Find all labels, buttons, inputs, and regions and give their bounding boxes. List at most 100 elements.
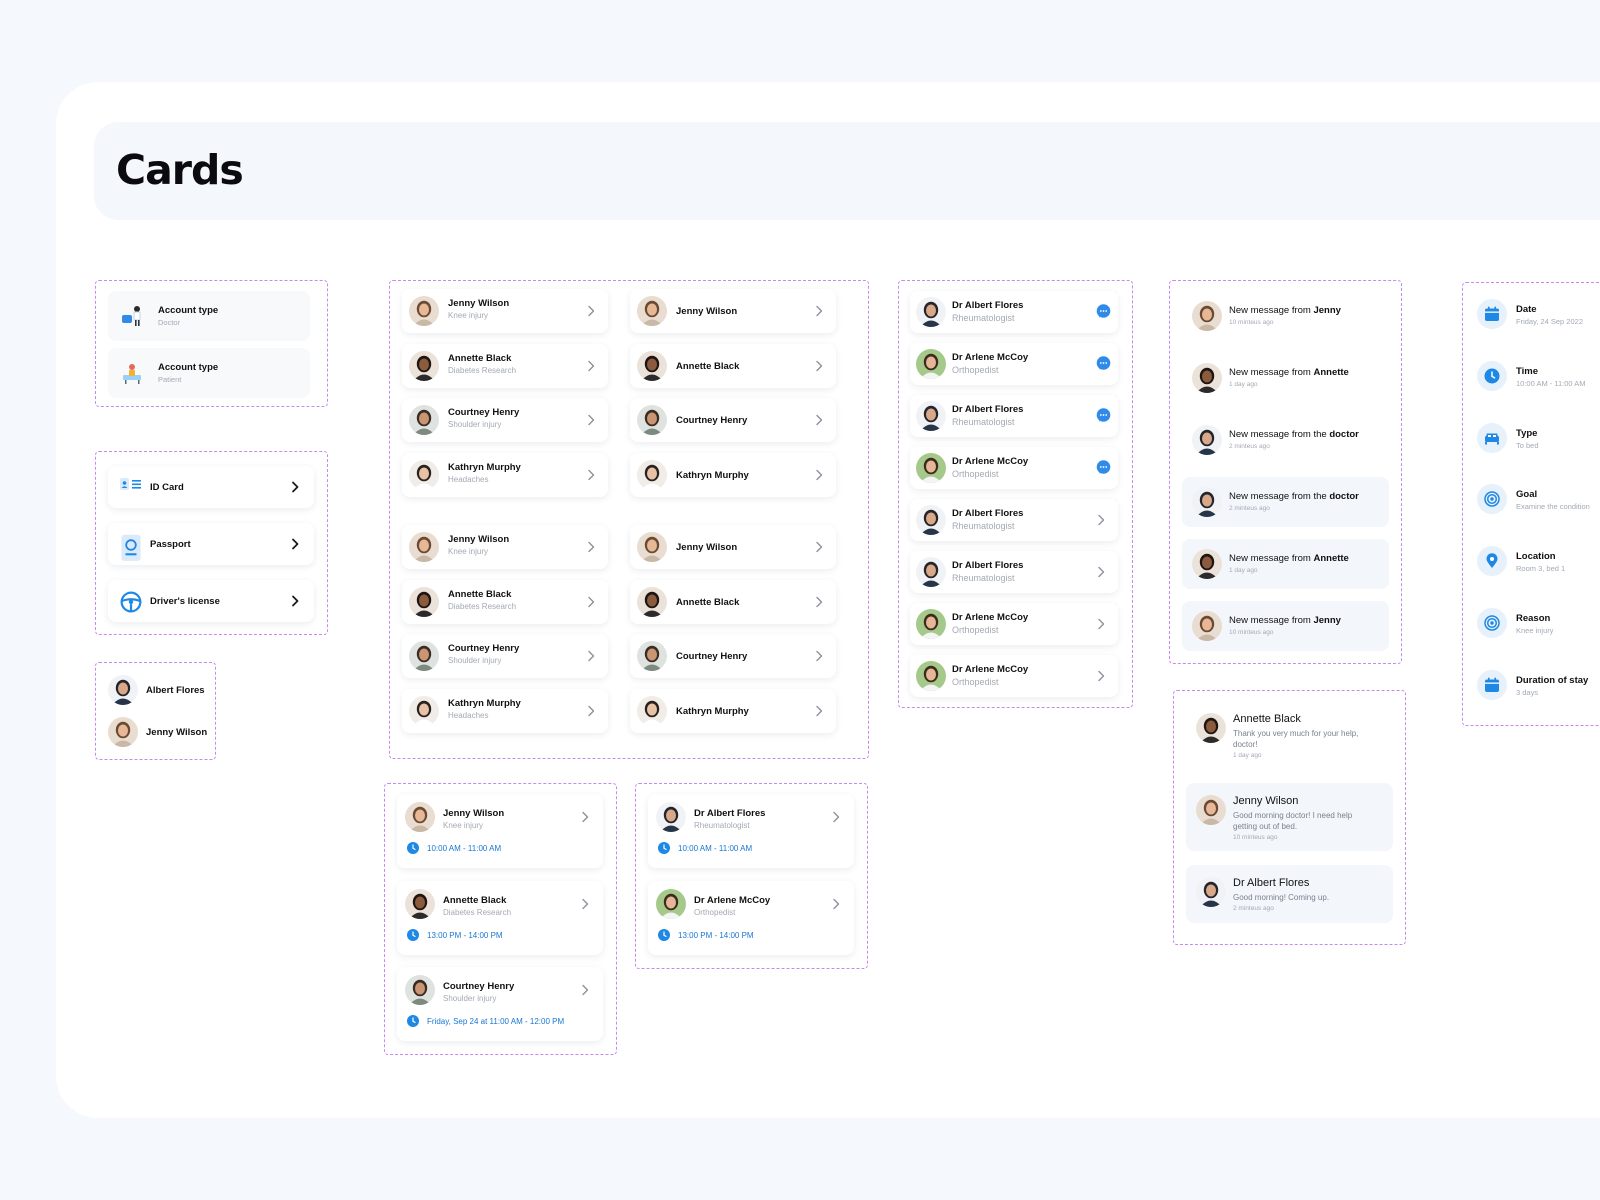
- chevron-right-icon[interactable]: [814, 596, 824, 608]
- chat-card[interactable]: Annette Black Thank you very much for you…: [1186, 701, 1393, 769]
- account-type-title: Account type: [158, 362, 219, 373]
- chevron-right-icon[interactable]: [1096, 566, 1106, 578]
- patient-name: Annette Black: [676, 360, 740, 372]
- chevron-right-icon[interactable]: [1096, 514, 1106, 526]
- detail-label: Time: [1516, 365, 1539, 377]
- patient-card-compact[interactable]: Kathryn Murphy: [630, 688, 836, 733]
- doctor-card[interactable]: Dr Albert Flores Rheumatologist: [910, 551, 1118, 593]
- chevron-right-icon[interactable]: [814, 305, 824, 317]
- chevron-right-icon[interactable]: [290, 481, 300, 493]
- chevron-right-icon[interactable]: [586, 305, 596, 317]
- patient-card[interactable]: Kathryn Murphy Headaches: [402, 688, 608, 733]
- detail-row: Reason Knee injury: [1477, 608, 1600, 640]
- chevron-right-icon[interactable]: [1096, 618, 1106, 630]
- chevron-right-icon[interactable]: [586, 541, 596, 553]
- chevron-right-icon[interactable]: [586, 596, 596, 608]
- patient-name: Annette Black: [448, 352, 512, 364]
- doctor-card[interactable]: Dr Arlene McCoy Orthopedist: [910, 603, 1118, 645]
- chevron-right-icon[interactable]: [814, 705, 824, 717]
- doctor-card[interactable]: Dr Albert Flores Rheumatologist: [910, 395, 1118, 437]
- chat-bubble-icon[interactable]: [1096, 408, 1111, 423]
- patient-card[interactable]: Kathryn Murphy Headaches: [402, 452, 608, 497]
- chevron-right-icon[interactable]: [814, 360, 824, 372]
- chevron-right-icon[interactable]: [586, 650, 596, 662]
- patient-illustration-icon: [120, 360, 146, 386]
- patient-card-compact[interactable]: Kathryn Murphy: [630, 452, 836, 497]
- chat-name: Annette Black: [1233, 713, 1301, 725]
- chevron-right-icon[interactable]: [580, 811, 590, 823]
- notification-card[interactable]: New message from the doctor 2 minteus ago: [1182, 415, 1389, 465]
- notification-card[interactable]: New message from Annette 1 day ago: [1182, 353, 1389, 403]
- patient-card-compact[interactable]: Annette Black: [630, 343, 836, 388]
- chevron-right-icon[interactable]: [1096, 670, 1106, 682]
- doctor-appointment-card[interactable]: Dr Albert Flores Rheumatologist 10:00 AM -…: [648, 794, 854, 868]
- chevron-right-icon[interactable]: [831, 811, 841, 823]
- patient-card-compact[interactable]: Annette Black: [630, 579, 836, 624]
- doctor-card[interactable]: Dr Arlene McCoy Orthopedist: [910, 447, 1118, 489]
- chevron-right-icon[interactable]: [831, 898, 841, 910]
- chevron-right-icon[interactable]: [814, 541, 824, 553]
- chat-bubble-icon[interactable]: [1096, 460, 1111, 475]
- doctor-card[interactable]: Dr Albert Flores Rheumatologist: [910, 291, 1118, 333]
- account-type-group: Account type Doctor Account type Patient: [95, 280, 328, 407]
- chevron-right-icon[interactable]: [586, 414, 596, 426]
- patient-card-compact[interactable]: Jenny Wilson: [630, 525, 836, 569]
- patient-card[interactable]: Courtney Henry Shoulder injury: [402, 398, 608, 442]
- chat-bubble-icon[interactable]: [1096, 356, 1111, 371]
- chevron-right-icon[interactable]: [814, 469, 824, 481]
- doctor-appointment-card[interactable]: Dr Arlene McCoy Orthopedist 13:00 PM - 14:…: [648, 880, 854, 955]
- doctor-card[interactable]: Dr Arlene McCoy Orthopedist: [910, 343, 1118, 385]
- patient-appointment-card[interactable]: Jenny Wilson Knee injury 10:00 AM - 11:00 …: [397, 794, 603, 868]
- doctor-card[interactable]: Dr Albert Flores Rheumatologist: [910, 499, 1118, 541]
- compact-people-group: Albert Flores Jenny Wilson: [95, 662, 216, 760]
- avatar: [637, 296, 667, 326]
- notification-card[interactable]: New message from Jenny 10 minteus ago: [1182, 601, 1389, 651]
- chat-card[interactable]: Dr Albert Flores Good morning! Coming up.…: [1186, 865, 1393, 923]
- chevron-right-icon[interactable]: [580, 898, 590, 910]
- avatar: [637, 459, 667, 490]
- patient-card[interactable]: Jenny Wilson Knee injury: [402, 289, 608, 333]
- chevron-right-icon[interactable]: [290, 595, 300, 607]
- account-type-card[interactable]: Account type Patient: [108, 348, 310, 398]
- chevron-right-icon[interactable]: [586, 360, 596, 372]
- chevron-right-icon[interactable]: [586, 469, 596, 481]
- document-card-id-card[interactable]: ID Card: [108, 466, 314, 508]
- avatar: [916, 557, 946, 587]
- chat-name: Dr Albert Flores: [1233, 877, 1310, 889]
- avatar: [1192, 487, 1222, 517]
- avatar: [1192, 425, 1222, 455]
- notification-time: 1 day ago: [1229, 567, 1258, 574]
- patient-card[interactable]: Annette Black Diabetes Research: [402, 579, 608, 624]
- document-card-drivers-license[interactable]: Driver's license: [108, 580, 314, 622]
- patient-card-compact[interactable]: Courtney Henry: [630, 634, 836, 678]
- patient-card[interactable]: Annette Black Diabetes Research: [402, 343, 608, 388]
- notification-prefix: New message from: [1229, 615, 1314, 626]
- id-card-icon: [120, 477, 142, 497]
- detail-label: Date: [1516, 304, 1537, 315]
- patient-detail: Shoulder injury: [448, 420, 502, 429]
- chat-bubble-icon[interactable]: [1096, 304, 1111, 319]
- chevron-right-icon[interactable]: [814, 414, 824, 426]
- chevron-right-icon[interactable]: [290, 538, 300, 550]
- patient-appointment-card[interactable]: Courtney Henry Shoulder injury Friday, Sep…: [397, 967, 603, 1041]
- notification-card[interactable]: New message from Annette 1 day ago: [1182, 539, 1389, 589]
- patient-card[interactable]: Courtney Henry Shoulder injury: [402, 634, 608, 678]
- chevron-right-icon[interactable]: [580, 984, 590, 996]
- avatar: [409, 350, 439, 381]
- patient-card[interactable]: Jenny Wilson Knee injury: [402, 525, 608, 569]
- clock-icon: [658, 842, 670, 854]
- chat-card[interactable]: Jenny Wilson Good morning doctor! I need …: [1186, 783, 1393, 851]
- notification-card[interactable]: New message from Jenny 10 minteus ago: [1182, 291, 1389, 341]
- notification-card[interactable]: New message from the doctor 2 minteus ago: [1182, 477, 1389, 527]
- chevron-right-icon[interactable]: [586, 705, 596, 717]
- account-type-card[interactable]: Account type Doctor: [108, 291, 310, 341]
- doctor-name: Dr Arlene McCoy: [694, 894, 771, 906]
- patient-card-compact[interactable]: Jenny Wilson: [630, 289, 836, 333]
- avatar: [405, 802, 435, 832]
- patient-card-compact[interactable]: Courtney Henry: [630, 398, 836, 442]
- chevron-right-icon[interactable]: [814, 650, 824, 662]
- patient-appointment-card[interactable]: Annette Black Diabetes Research 13:00 PM -…: [397, 880, 603, 955]
- document-card-passport[interactable]: Passport: [108, 523, 314, 565]
- doctor-card[interactable]: Dr Arlene McCoy Orthopedist: [910, 655, 1118, 697]
- patient-name: Annette Black: [676, 596, 740, 608]
